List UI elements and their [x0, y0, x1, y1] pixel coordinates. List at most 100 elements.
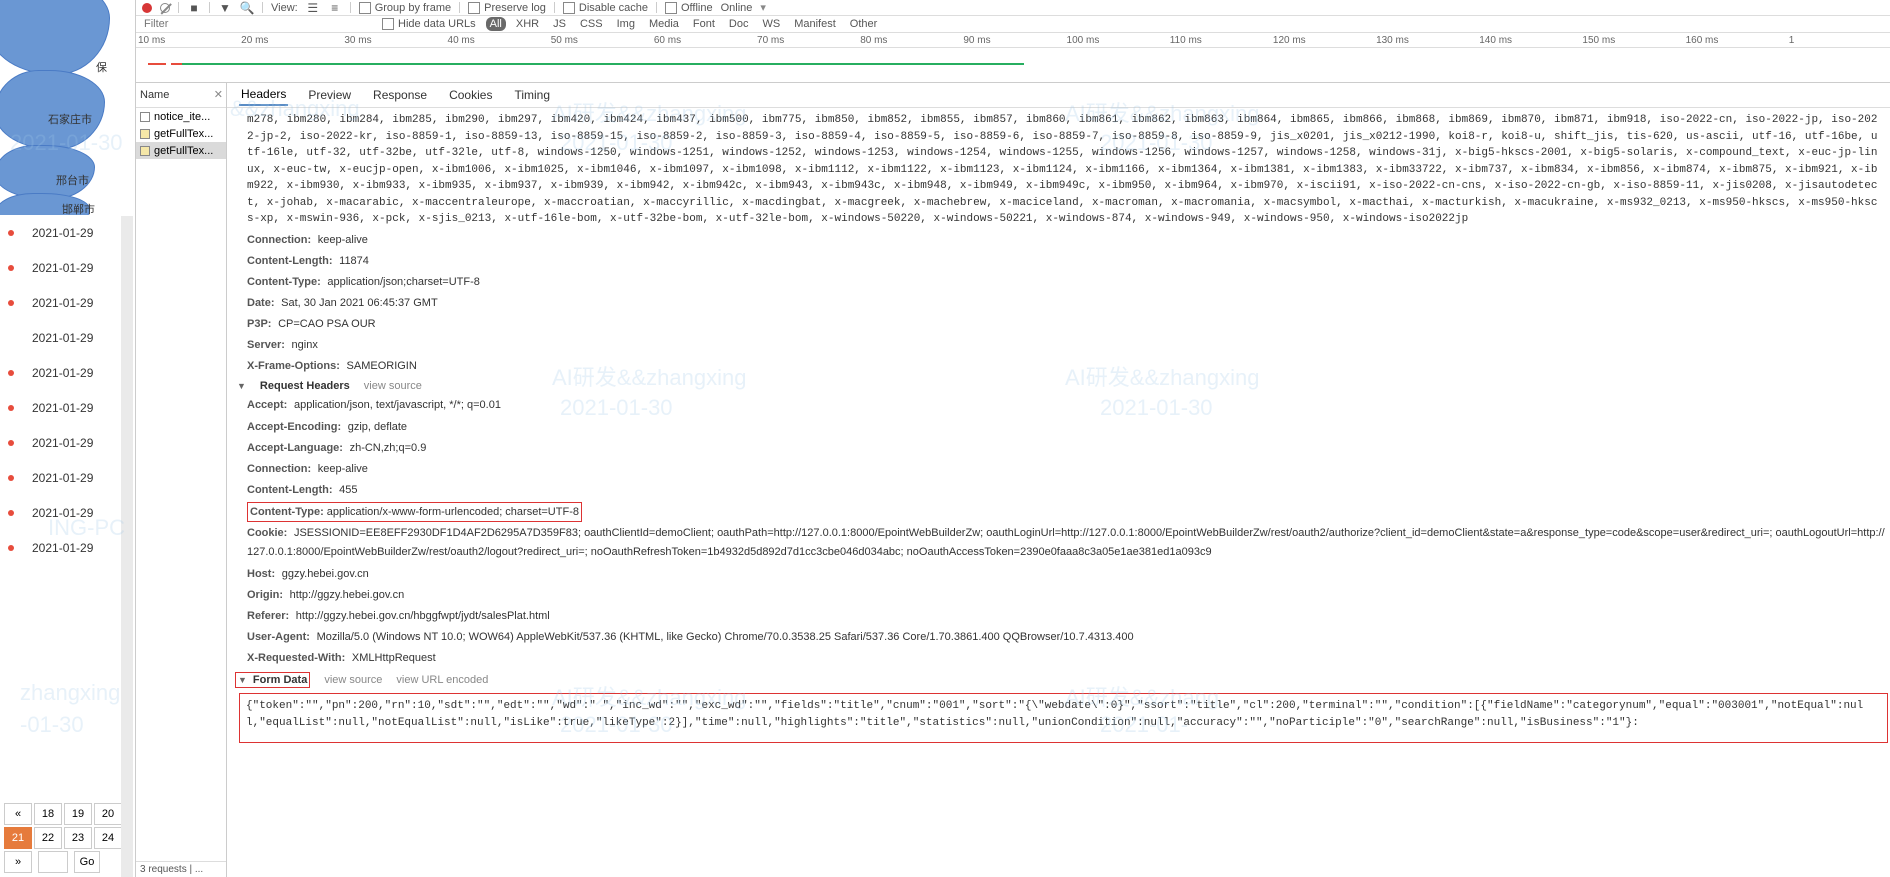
record-icon[interactable]	[142, 3, 152, 13]
group-by-frame-toggle[interactable]: Group by frame	[359, 2, 451, 14]
page-button[interactable]: 18	[34, 803, 62, 825]
filter-type-font[interactable]: Font	[689, 17, 719, 31]
header-row: Accept-Language: zh-CN,zh;q=0.9	[229, 438, 1890, 459]
checkbox-icon[interactable]	[468, 2, 480, 14]
timeline-tick: 40 ms	[446, 35, 549, 46]
page-button[interactable]: 23	[64, 827, 92, 849]
header-row: Content-Type: application/json;charset=U…	[229, 272, 1890, 293]
header-row: Server: nginx	[229, 335, 1890, 356]
filter-type-js[interactable]: JS	[549, 17, 570, 31]
request-row[interactable]: getFullTex...	[136, 142, 226, 159]
camera-icon[interactable]: ■	[187, 1, 201, 15]
map-label: 邢台市	[56, 172, 89, 188]
hide-data-urls-toggle[interactable]: Hide data URLs	[382, 18, 476, 30]
timeline-tick: 60 ms	[652, 35, 755, 46]
close-icon[interactable]: ✕	[214, 88, 223, 101]
header-row: Content-Length: 455	[229, 480, 1890, 501]
filter-type-media[interactable]: Media	[645, 17, 683, 31]
date-list-item[interactable]: 2021-01-29	[8, 460, 135, 495]
checkbox-icon[interactable]	[382, 18, 394, 30]
date-list-item[interactable]: 2021-01-29	[8, 425, 135, 460]
request-row[interactable]: getFullTex...	[136, 125, 226, 142]
tab-timing[interactable]: Timing	[512, 85, 552, 105]
disable-cache-toggle[interactable]: Disable cache	[563, 2, 648, 14]
offline-toggle[interactable]: Offline	[665, 2, 713, 14]
search-icon[interactable]: 🔍	[240, 1, 254, 15]
filter-type-xhr[interactable]: XHR	[512, 17, 543, 31]
tab-response[interactable]: Response	[371, 85, 429, 105]
use-large-rows-icon[interactable]: ≡	[328, 1, 342, 15]
checkbox-icon[interactable]	[665, 2, 677, 14]
date-list-item[interactable]: 2021-01-29	[8, 530, 135, 565]
page-button[interactable]: 20	[94, 803, 122, 825]
date-text: 2021-01-29	[32, 366, 93, 380]
filter-type-css[interactable]: CSS	[576, 17, 607, 31]
timeline-tick: 160 ms	[1684, 35, 1787, 46]
bullet-icon	[8, 370, 14, 376]
bullet-icon	[8, 265, 14, 271]
collapse-icon[interactable]: ▼	[237, 381, 246, 391]
view-url-encoded-link[interactable]: view URL encoded	[396, 674, 488, 686]
page-prev-button[interactable]: «	[4, 803, 32, 825]
view-source-link[interactable]: view source	[324, 674, 382, 686]
filter-icon[interactable]: ▼	[218, 1, 232, 15]
filter-type-img[interactable]: Img	[613, 17, 639, 31]
filter-bar: Hide data URLs All XHR JS CSS Img Media Font Do…	[136, 16, 1890, 33]
preserve-log-toggle[interactable]: Preserve log	[468, 2, 546, 14]
checkbox-icon[interactable]	[359, 2, 371, 14]
request-headers-section[interactable]: ▼ Request Headers view source	[229, 377, 1890, 395]
header-row: Date: Sat, 30 Jan 2021 06:45:37 GMT	[229, 293, 1890, 314]
go-input[interactable]	[38, 851, 68, 873]
request-details: HeadersPreviewResponseCookiesTiming m278…	[227, 83, 1890, 877]
header-row: Connection: keep-alive	[229, 459, 1890, 480]
filter-type-manifest[interactable]: Manifest	[790, 17, 840, 31]
tab-preview[interactable]: Preview	[306, 85, 353, 105]
dropdown-arrow-icon[interactable]: ▾	[760, 1, 766, 14]
date-list-item[interactable]: 2021-01-29	[8, 285, 135, 320]
checkbox-icon[interactable]	[563, 2, 575, 14]
request-name: getFullTex...	[154, 145, 213, 157]
page-button[interactable]: 21	[4, 827, 32, 849]
date-list-item[interactable]: 2021-01-29	[8, 250, 135, 285]
date-text: 2021-01-29	[32, 261, 93, 275]
date-list-item[interactable]: 2021-01-29	[8, 495, 135, 530]
script-icon	[140, 129, 150, 139]
timeline-tick: 90 ms	[961, 35, 1064, 46]
online-select[interactable]: Online	[721, 2, 753, 14]
go-button[interactable]: Go	[74, 851, 100, 873]
tab-cookies[interactable]: Cookies	[447, 85, 494, 105]
filter-input[interactable]	[142, 17, 372, 32]
collapse-icon[interactable]: ▼	[238, 675, 247, 685]
filter-type-doc[interactable]: Doc	[725, 17, 753, 31]
form-data-payload: {"token":"","pn":200,"rn":10,"sdt":"","e…	[239, 693, 1888, 743]
map-label: 石家庄市	[48, 111, 92, 127]
header-row: X-Frame-Options: SAMEORIGIN	[229, 356, 1890, 377]
page-button[interactable]: 22	[34, 827, 62, 849]
view-source-link[interactable]: view source	[364, 380, 422, 392]
header-row: User-Agent: Mozilla/5.0 (Windows NT 10.0…	[229, 627, 1890, 648]
network-timeline[interactable]: 10 ms20 ms30 ms40 ms50 ms60 ms70 ms80 ms…	[136, 33, 1890, 83]
date-list-item[interactable]: 2021-01-29	[8, 320, 135, 355]
large-view-icon[interactable]: ☰	[306, 1, 320, 15]
bullet-icon	[8, 475, 14, 481]
map-label: 邯郸市	[62, 201, 95, 215]
page-button[interactable]: 24	[94, 827, 122, 849]
request-row[interactable]: notice_ite...	[136, 108, 226, 125]
date-text: 2021-01-29	[32, 331, 93, 345]
date-list-item[interactable]: 2021-01-29	[8, 215, 135, 250]
page-button[interactable]: 19	[64, 803, 92, 825]
timeline-tick: 50 ms	[549, 35, 652, 46]
filter-type-other[interactable]: Other	[846, 17, 882, 31]
header-row: Origin: http://ggzy.hebei.gov.cn	[229, 585, 1890, 606]
date-list-item[interactable]: 2021-01-29	[8, 355, 135, 390]
paginator: «181920 21222324 » Go	[0, 799, 135, 877]
filter-type-ws[interactable]: WS	[758, 17, 784, 31]
filter-type-all[interactable]: All	[486, 17, 506, 31]
clear-icon[interactable]	[160, 3, 170, 13]
detail-tabs: Headers Preview Response Cookies Timing	[227, 83, 1890, 108]
tab-headers[interactable]: Headers	[239, 84, 288, 106]
date-list-item[interactable]: 2021-01-29	[8, 390, 135, 425]
timeline-tick: 100 ms	[1065, 35, 1168, 46]
page-next-button[interactable]: »	[4, 851, 32, 873]
form-data-section[interactable]: ▼ Form Data view source view URL encoded	[229, 669, 1890, 691]
